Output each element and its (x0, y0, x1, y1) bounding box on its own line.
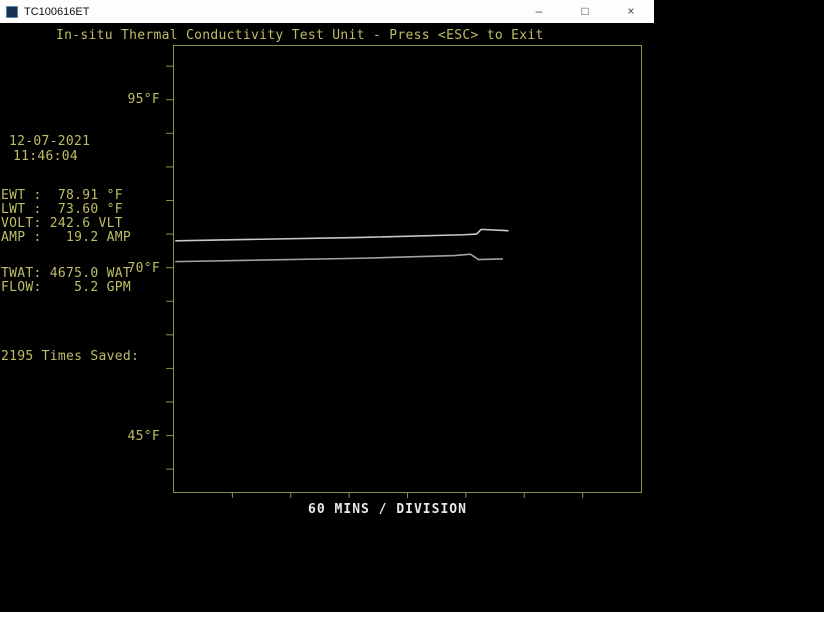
trace-ewt (175, 228, 509, 242)
strip-chart: 95°F 70°F 45°F 60 MINS / DIVISION (127, 45, 642, 517)
close-button[interactable]: × (608, 0, 654, 23)
readout-time: 11:46:04 (13, 149, 79, 164)
app-window: TC100616ET – □ × In-situ Thermal Conduct… (0, 0, 654, 563)
window-title: TC100616ET (24, 5, 90, 18)
console-screen: In-situ Thermal Conductivity Test Unit -… (0, 23, 654, 563)
x-axis-caption: 60 MINS / DIVISION (308, 502, 467, 517)
readout-lwt: LWT : 73.60 °F (1, 202, 123, 217)
readout-volt: VOLT: 242.6 VLT (1, 216, 123, 231)
y-axis-label: 45°F (127, 429, 160, 445)
readout-date: 12-07-2021 (9, 134, 91, 149)
y-axis-labels: 95°F 70°F 45°F (110, 46, 166, 492)
console-title: In-situ Thermal Conductivity Test Unit -… (56, 28, 544, 43)
chart-plot (166, 65, 584, 498)
app-icon (6, 5, 18, 18)
maximize-button[interactable]: □ (562, 0, 608, 23)
readout-ewt: EWT : 78.91 °F (1, 188, 123, 203)
y-axis-label: 70°F (127, 260, 160, 276)
window-titlebar[interactable]: TC100616ET – □ × (0, 0, 654, 23)
y-axis-label: 95°F (127, 91, 160, 107)
trace-lwt (175, 253, 504, 263)
minimize-button[interactable]: – (516, 0, 562, 23)
